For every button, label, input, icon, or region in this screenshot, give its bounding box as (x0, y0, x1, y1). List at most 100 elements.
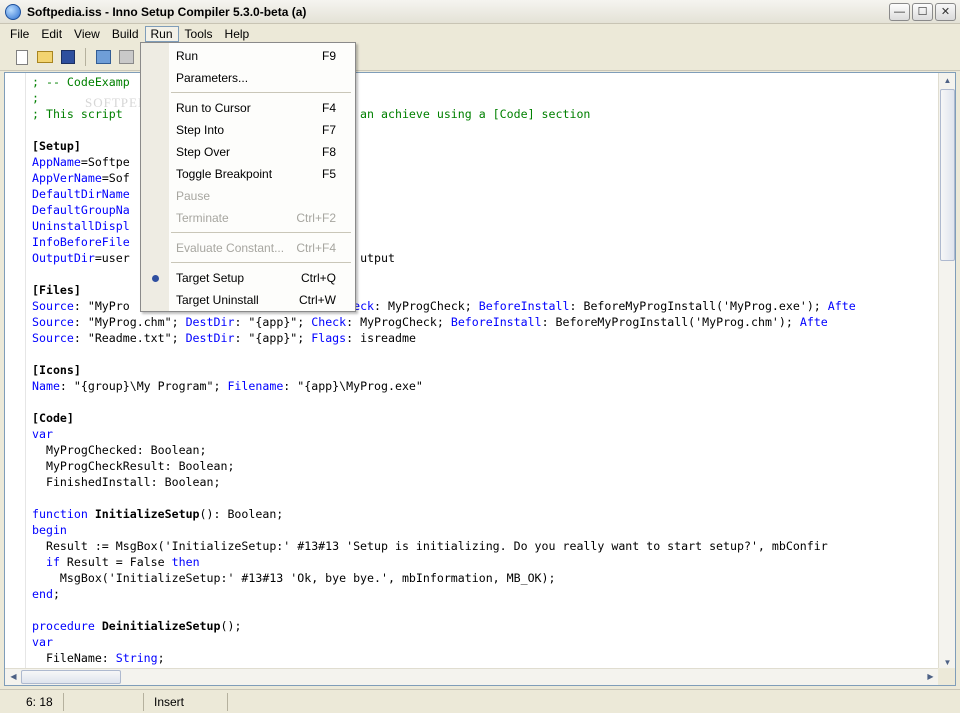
code-line[interactable]: Source: "MyProg.chm"; DestDir: "{app}"; … (32, 314, 939, 330)
code-token: (); (220, 619, 242, 633)
code-line[interactable] (32, 394, 939, 410)
code-token: DestDir (185, 331, 235, 345)
code-token: var (32, 635, 53, 649)
status-bar: 6: 18 Insert (0, 689, 960, 713)
code-token: : MyProgCheck; (374, 299, 479, 313)
compile-button[interactable] (93, 47, 113, 67)
horizontal-scrollbar[interactable]: ◀ ▶ (5, 668, 939, 685)
menu-item-pause: Pause (142, 185, 354, 207)
code-token: Result := MsgBox('InitializeSetup:' #13#… (32, 539, 828, 553)
menu-item-parameters[interactable]: Parameters... (142, 67, 354, 89)
code-token: : "{app}"; (234, 315, 312, 329)
code-line[interactable] (32, 602, 939, 618)
code-line[interactable]: FileName: String; (32, 650, 939, 666)
menu-separator (171, 232, 351, 233)
code-token: Source (32, 331, 74, 345)
code-token: if (45, 555, 60, 569)
maximize-button[interactable]: ☐ (912, 3, 933, 21)
horizontal-scroll-thumb[interactable] (21, 670, 121, 684)
code-line[interactable]: [Code] (32, 410, 939, 426)
menu-item-label: Target Uninstall (176, 293, 259, 307)
code-token: Source (32, 299, 74, 313)
code-token: function (32, 507, 95, 521)
modified-indicator (64, 692, 144, 711)
code-token: Filename (227, 379, 284, 393)
code-token: ; -- CodeExamp (32, 75, 130, 89)
toolbar-separator (85, 48, 86, 66)
scroll-up-icon[interactable]: ▲ (941, 73, 954, 88)
vertical-scroll-thumb[interactable] (940, 89, 955, 261)
app-icon[interactable] (5, 3, 21, 20)
status-message (228, 693, 960, 711)
window-controls: — ☐ ✕ (889, 3, 956, 21)
code-line[interactable] (32, 490, 939, 506)
menu-help[interactable]: Help (219, 26, 256, 42)
open-button[interactable] (35, 47, 55, 67)
code-line[interactable]: MyProgCheckResult: Boolean; (32, 458, 939, 474)
menu-item-target-uninstall[interactable]: Target Uninstall Ctrl+W (142, 289, 354, 311)
code-token: InfoBeforeFile (32, 235, 130, 249)
menu-item-shortcut: F7 (321, 123, 336, 137)
vertical-scrollbar[interactable]: ▲ ▼ (938, 73, 955, 670)
code-line[interactable]: end; (32, 586, 939, 602)
stop-compile-button[interactable] (116, 47, 136, 67)
code-token: : "MyProg.chm"; (73, 315, 186, 329)
code-line[interactable]: begin (32, 522, 939, 538)
menu-item-label: Run to Cursor (176, 101, 251, 115)
code-token: begin (32, 523, 67, 537)
menu-item-label: Evaluate Constant... (176, 241, 285, 255)
open-icon (37, 51, 53, 63)
code-line[interactable]: procedure DeinitializeSetup(); (32, 618, 939, 634)
code-line[interactable]: var (32, 634, 939, 650)
menu-run[interactable]: Run (144, 25, 179, 42)
code-line[interactable]: if Result = False then (32, 554, 939, 570)
code-line[interactable]: Source: "Readme.txt"; DestDir: "{app}"; … (32, 330, 939, 346)
menu-build[interactable]: Build (106, 26, 145, 42)
code-line[interactable]: function InitializeSetup(): Boolean; (32, 506, 939, 522)
menu-bar: File Edit View Build Run Tools Help (0, 24, 960, 43)
menu-view[interactable]: View (68, 26, 106, 42)
code-token: [Setup] (32, 139, 81, 153)
scroll-right-icon[interactable]: ▶ (924, 670, 937, 684)
code-token: DeinitializeSetup (101, 619, 221, 633)
code-token: =Softpe (80, 155, 130, 169)
insert-mode: Insert (144, 692, 228, 711)
code-line[interactable] (32, 346, 939, 362)
close-button[interactable]: ✕ (935, 3, 956, 21)
code-token: procedure (32, 619, 102, 633)
code-token: InitializeSetup (94, 507, 200, 521)
menu-item-run-to-cursor[interactable]: Run to Cursor F4 (142, 97, 354, 119)
code-token: [Icons] (32, 363, 81, 377)
code-line[interactable]: MsgBox('InitializeSetup:' #13#13 'Ok, by… (32, 570, 939, 586)
code-token: Afte (799, 315, 828, 329)
menu-item-run[interactable]: Run F9 (142, 45, 354, 67)
code-token: DestDir (185, 315, 235, 329)
code-line[interactable]: var (32, 426, 939, 442)
code-line[interactable]: Result := MsgBox('InitializeSetup:' #13#… (32, 538, 939, 554)
code-token: Flags (311, 331, 347, 345)
menu-tools[interactable]: Tools (179, 26, 219, 42)
code-token: DefaultGroupNa (32, 203, 130, 217)
code-token: AppVerName (32, 171, 102, 185)
new-button[interactable] (12, 47, 32, 67)
save-button[interactable] (58, 47, 78, 67)
menu-edit[interactable]: Edit (35, 26, 68, 42)
run-menu: Run F9 Parameters... Run to Cursor F4 Step In… (140, 42, 356, 312)
menu-item-step-into[interactable]: Step Into F7 (142, 119, 354, 141)
menu-item-toggle-breakpoint[interactable]: Toggle Breakpoint F5 (142, 163, 354, 185)
minimize-button[interactable]: — (889, 3, 910, 21)
menu-item-step-over[interactable]: Step Over F8 (142, 141, 354, 163)
menu-item-shortcut: F9 (321, 49, 336, 63)
menu-item-shortcut: F8 (321, 145, 336, 159)
scroll-left-icon[interactable]: ◀ (7, 670, 20, 684)
code-token: BeforeInstall (450, 315, 542, 329)
menu-item-shortcut: F5 (321, 167, 336, 181)
menu-file[interactable]: File (4, 26, 35, 42)
code-line[interactable]: [Icons] (32, 362, 939, 378)
code-line[interactable]: MyProgChecked: Boolean; (32, 442, 939, 458)
code-line[interactable]: FinishedInstall: Boolean; (32, 474, 939, 490)
menu-item-target-setup[interactable]: Target Setup Ctrl+Q (142, 267, 354, 289)
editor-gutter[interactable] (5, 73, 26, 670)
code-token: MsgBox('InitializeSetup:' #13#13 'Ok, by… (32, 571, 556, 585)
code-line[interactable]: Name: "{group}\My Program"; Filename: "{… (32, 378, 939, 394)
